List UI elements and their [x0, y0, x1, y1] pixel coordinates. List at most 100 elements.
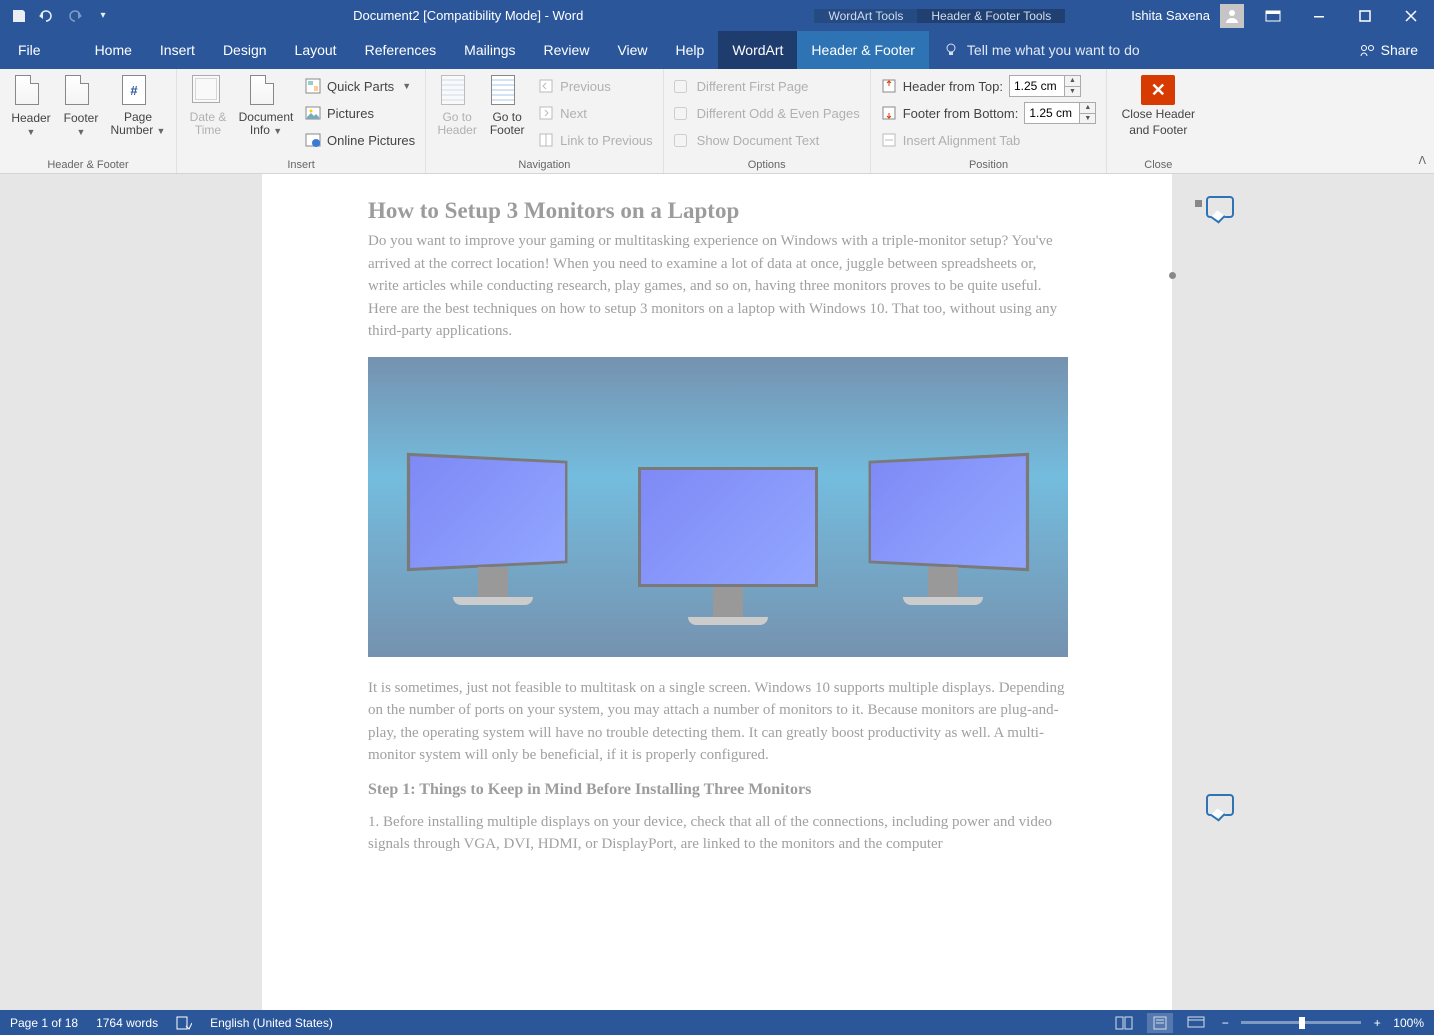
qat-customize-icon[interactable]: ▾ [94, 7, 112, 25]
chevron-down-icon: ▼ [77, 127, 86, 137]
group-label: Navigation [432, 157, 657, 171]
group-label: Options [670, 157, 864, 171]
status-words[interactable]: 1764 words [96, 1016, 158, 1030]
diff-first-label: Different First Page [697, 79, 809, 94]
pictures-button[interactable]: Pictures [301, 100, 419, 126]
status-page[interactable]: Page 1 of 18 [10, 1016, 78, 1030]
tab-wordart[interactable]: WordArt [718, 31, 797, 69]
tab-mailings[interactable]: Mailings [450, 31, 529, 69]
goto-header-button: Go to Header [432, 73, 482, 137]
checkbox [674, 80, 687, 93]
link-previous-icon [538, 132, 554, 148]
anchor-marker [1169, 272, 1176, 279]
tab-review[interactable]: Review [530, 31, 604, 69]
minimize-icon[interactable] [1296, 0, 1342, 31]
online-pictures-icon [305, 132, 321, 148]
quick-parts-button[interactable]: Quick Parts▼ [301, 73, 419, 99]
online-pictures-button[interactable]: Online Pictures [301, 127, 419, 153]
save-icon[interactable] [10, 7, 28, 25]
footer-from-bottom-value[interactable] [1024, 102, 1080, 124]
zoom-slider[interactable] [1241, 1021, 1361, 1024]
chevron-down-icon: ▼ [157, 126, 166, 136]
comment-indicator-icon[interactable] [1206, 794, 1234, 816]
document-info-icon [250, 75, 274, 105]
tab-references[interactable]: References [351, 31, 451, 69]
ribbon-tabs: File Home Insert Design Layout Reference… [0, 31, 1434, 69]
goto-footer-label: Go to Footer [490, 110, 525, 137]
comment-indicator-icon[interactable] [1206, 196, 1234, 218]
footer-button[interactable]: Footer ▼ [56, 73, 106, 137]
tab-file[interactable]: File [0, 31, 59, 69]
footer-label: Footer [64, 111, 99, 125]
print-layout-icon[interactable] [1147, 1013, 1173, 1033]
alignment-tab-icon [881, 132, 897, 148]
spin-up-icon[interactable]: ▲ [1065, 76, 1080, 87]
quick-access-toolbar: ▾ [0, 7, 122, 25]
document-info-button[interactable]: Document Info ▼ [233, 73, 299, 137]
footer-from-bottom-input[interactable]: ▲▼ [1024, 102, 1096, 124]
insert-align-label: Insert Alignment Tab [903, 133, 1021, 148]
document-area[interactable]: How to Setup 3 Monitors on a Laptop Do y… [0, 174, 1434, 1010]
spin-down-icon[interactable]: ▼ [1080, 114, 1095, 124]
close-label-2: and Footer [1129, 123, 1187, 137]
date-time-icon [192, 75, 220, 103]
tab-view[interactable]: View [603, 31, 661, 69]
date-time-label: Date & Time [190, 110, 227, 137]
header-label: Header [11, 111, 50, 125]
close-header-footer-button[interactable]: ✕ Close Header and Footer [1113, 73, 1203, 137]
undo-icon[interactable] [38, 7, 56, 25]
pictures-icon [305, 105, 321, 121]
tab-help[interactable]: Help [662, 31, 719, 69]
tell-me-search[interactable]: Tell me what you want to do [929, 31, 1343, 69]
status-language[interactable]: English (United States) [210, 1016, 333, 1030]
share-icon [1359, 43, 1375, 57]
header-from-top-value[interactable] [1009, 75, 1065, 97]
doc-paragraph: 1. Before installing multiple displays o… [368, 811, 1066, 856]
web-layout-icon[interactable] [1183, 1013, 1209, 1033]
group-options: Different First Page Different Odd & Eve… [664, 69, 871, 173]
tab-home[interactable]: Home [81, 31, 146, 69]
checkbox [674, 107, 687, 120]
share-button[interactable]: Share [1343, 31, 1434, 69]
checkbox [674, 134, 687, 147]
header-button[interactable]: Header ▼ [6, 73, 56, 137]
spin-up-icon[interactable]: ▲ [1080, 103, 1095, 114]
page-number-button[interactable]: # Page Number ▼ [106, 73, 170, 137]
doc-step-heading: Step 1: Things to Keep in Mind Before In… [368, 781, 1066, 799]
maximize-icon[interactable] [1342, 0, 1388, 31]
header-from-top-input[interactable]: ▲▼ [1009, 75, 1081, 97]
date-time-button: Date & Time [183, 73, 233, 137]
link-previous-label: Link to Previous [560, 133, 653, 148]
zoom-out-button[interactable]: − [1219, 1016, 1231, 1030]
group-label: Close [1113, 157, 1203, 171]
tab-header-footer[interactable]: Header & Footer [797, 31, 929, 69]
user-avatar-icon[interactable] [1220, 4, 1244, 28]
show-document-text-checkbox: Show Document Text [670, 127, 864, 153]
collapse-ribbon-icon[interactable]: ᐱ [1418, 154, 1426, 167]
spin-down-icon[interactable]: ▼ [1065, 87, 1080, 97]
ribbon-display-icon[interactable] [1250, 0, 1296, 31]
spellcheck-icon[interactable] [176, 1016, 192, 1030]
redo-icon[interactable] [66, 7, 84, 25]
header-from-top-icon [881, 78, 897, 94]
different-first-page-checkbox: Different First Page [670, 73, 864, 99]
zoom-in-button[interactable]: + [1371, 1016, 1383, 1030]
zoom-level[interactable]: 100% [1393, 1016, 1424, 1030]
tab-layout[interactable]: Layout [281, 31, 351, 69]
goto-footer-icon [491, 75, 515, 105]
document-page: How to Setup 3 Monitors on a Laptop Do y… [262, 174, 1172, 1010]
doc-heading: How to Setup 3 Monitors on a Laptop [368, 198, 1066, 224]
ctx-tab-wordart[interactable]: WordArt Tools [814, 9, 917, 23]
doc-paragraph: It is sometimes, just not feasible to mu… [368, 677, 1066, 767]
goto-footer-button[interactable]: Go to Footer [482, 73, 532, 137]
chevron-down-icon: ▼ [273, 126, 282, 136]
page-number-label: Page Number [111, 110, 154, 137]
tab-insert[interactable]: Insert [146, 31, 209, 69]
chevron-down-icon: ▼ [402, 81, 411, 91]
read-mode-icon[interactable] [1111, 1013, 1137, 1033]
close-icon[interactable] [1388, 0, 1434, 31]
ctx-tab-header-footer[interactable]: Header & Footer Tools [917, 9, 1065, 23]
previous-icon [538, 78, 554, 94]
tab-design[interactable]: Design [209, 31, 281, 69]
pictures-label: Pictures [327, 106, 374, 121]
